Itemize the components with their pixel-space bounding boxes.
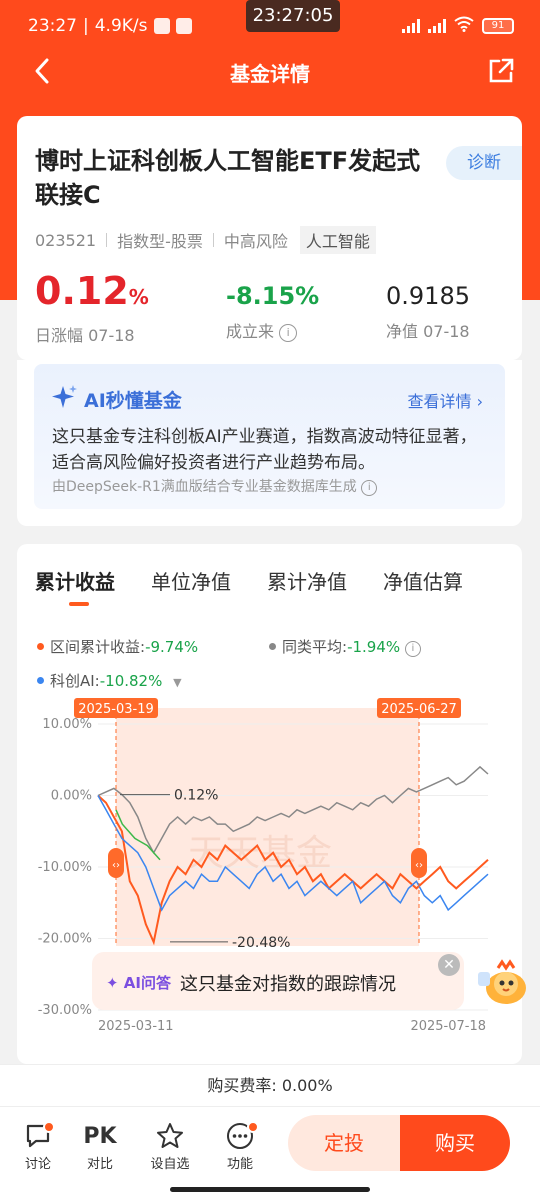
ai-footer: 由DeepSeek-R1满血版结合专业基金数据库生成 i xyxy=(52,476,378,496)
y-axis-labels: 10.00% 0.00% -10.00% -20.00% -30.00% xyxy=(38,717,92,1018)
y-tick-label: -20.00% xyxy=(38,932,92,947)
legend-kechuang-ai[interactable]: 科创AI:-10.82% ▼ xyxy=(37,670,182,691)
y-tick-label: -10.00% xyxy=(38,860,92,875)
tab-cumulative-nav[interactable]: 累计净值 xyxy=(267,566,347,595)
annotation-max: 0.12% xyxy=(174,788,218,804)
diagnose-button[interactable]: 诊断 xyxy=(446,146,522,180)
wifi-icon xyxy=(454,16,474,35)
info-icon[interactable]: i xyxy=(361,480,378,496)
close-icon[interactable]: ✕ xyxy=(438,954,460,976)
ai-more-link[interactable]: 查看详情 › xyxy=(407,388,483,412)
functions-button[interactable]: 功能 xyxy=(213,1119,267,1172)
sparkle-icon xyxy=(52,384,78,415)
daily-change-value: 0.12 xyxy=(35,269,129,313)
daily-change-stat: 0.12% 日涨幅 07-18 xyxy=(35,272,149,346)
status-right: 91 xyxy=(402,16,514,35)
daily-change-unit: % xyxy=(128,285,149,309)
nav-stat: 0.9185 净值 07-18 xyxy=(386,282,470,342)
discuss-button[interactable]: 讨论 xyxy=(11,1119,65,1172)
fund-risk: 中高风险 xyxy=(223,232,288,251)
purchase-fee: 购买费率: 0.00% xyxy=(0,1064,540,1106)
y-tick-label: 10.00% xyxy=(42,717,92,732)
fund-tags: 023521 指数型-股票 中高风险 人工智能 xyxy=(35,226,376,254)
tab-nav-estimate[interactable]: 净值估算 xyxy=(383,566,463,595)
home-indicator xyxy=(170,1187,370,1192)
drag-arrows-icon: ‹› xyxy=(112,860,120,871)
compare-button[interactable]: PK 对比 xyxy=(73,1119,127,1173)
since-inception-value: -8.15% xyxy=(226,282,320,310)
y-tick-label: 0.00% xyxy=(51,789,92,804)
annotation-min: -20.48% xyxy=(232,935,290,951)
bottom-action-bar: 讨论 PK 对比 设自选 功能 定投 购买 xyxy=(0,1106,540,1200)
notification-icon xyxy=(153,18,170,34)
more-icon xyxy=(213,1119,267,1153)
status-left: 23:27 | 4.9K/s xyxy=(28,16,192,36)
notification-badge xyxy=(43,1121,55,1133)
ai-ask-tag: ✦ AI问答 xyxy=(106,974,171,992)
x-end-label: 2025-07-18 xyxy=(410,1019,486,1034)
star-icon xyxy=(143,1119,197,1153)
notification-badge xyxy=(247,1121,259,1133)
range-date-label: 2025-03-19 xyxy=(78,702,154,717)
ai-ask-bubble[interactable]: ✦ AI问答 这只基金对指数的跟踪情况 ✕ xyxy=(92,952,464,1010)
fund-summary-card: 博时上证科创板人工智能ETF发起式联接C 诊断 023521 指数型-股票 中高… xyxy=(17,116,522,360)
clock-overlay: 23:27:05 xyxy=(246,0,340,32)
tab-indicator xyxy=(69,602,89,606)
pk-icon: PK xyxy=(83,1123,117,1149)
info-icon[interactable]: i xyxy=(279,324,298,342)
range-date-label: 2025-06-27 xyxy=(381,702,457,717)
ai-ask-text: 这只基金对指数的跟踪情况 xyxy=(180,974,396,995)
nav-bar: 基金详情 xyxy=(0,48,540,96)
nav-label: 净值 07-18 xyxy=(386,322,470,341)
chart-tabs: 累计收益 单位净值 累计净值 净值估算 xyxy=(35,566,463,595)
add-watchlist-button[interactable]: 设自选 xyxy=(143,1119,197,1172)
fund-theme-tag[interactable]: 人工智能 xyxy=(299,226,376,254)
legend-peer-average: 同类平均:-1.94% i xyxy=(269,636,421,657)
status-time: 23:27 xyxy=(28,16,77,36)
network-speed: 4.9K/s xyxy=(94,16,148,36)
chat-icon xyxy=(11,1119,65,1153)
signal-icon xyxy=(402,18,420,33)
share-icon[interactable] xyxy=(486,56,516,86)
fund-code: 023521 xyxy=(35,230,97,250)
ai-text: 这只基金专注科创板AI产业赛道，指数高波动特征显著，适合高风险偏好投资者进行产业… xyxy=(52,427,477,473)
info-icon[interactable]: i xyxy=(404,641,421,657)
app-icon xyxy=(175,18,192,34)
page-title: 基金详情 xyxy=(230,62,310,86)
status-bar: 23:27 | 4.9K/s 23:27:05 91 xyxy=(0,0,540,48)
since-inception-stat: -8.15% 成立来 i xyxy=(226,282,319,342)
auto-invest-button[interactable]: 定投 xyxy=(288,1115,400,1171)
fund-name: 博时上证科创板人工智能ETF发起式联接C xyxy=(35,147,421,209)
battery-icon: 91 xyxy=(482,17,514,34)
tab-cumulative-return[interactable]: 累计收益 xyxy=(35,566,115,595)
buy-button[interactable]: 购买 xyxy=(400,1115,510,1171)
signal-icon-2 xyxy=(428,18,446,33)
mascot-icon[interactable] xyxy=(476,958,532,1008)
nav-value: 0.9185 xyxy=(386,282,470,310)
y-tick-label: -30.00% xyxy=(38,1003,92,1018)
drag-arrows-icon: ‹› xyxy=(415,860,423,871)
tab-unit-nav[interactable]: 单位净值 xyxy=(151,566,231,595)
ai-card: AI秒懂基金 查看详情 › 这只基金专注科创板AI产业赛道，指数高波动特征显著，… xyxy=(17,360,522,526)
ai-title: AI秒懂基金 xyxy=(84,390,182,412)
legend-interval-return: 区间累计收益:-9.74% xyxy=(37,636,198,657)
x-start-label: 2025-03-11 xyxy=(98,1019,174,1034)
daily-change-label: 日涨幅 07-18 xyxy=(35,326,135,345)
chevron-right-icon: › xyxy=(476,392,483,411)
fund-type: 指数型-股票 xyxy=(117,232,203,251)
ai-summary[interactable]: AI秒懂基金 查看详情 › 这只基金专注科创板AI产业赛道，指数高波动特征显著，… xyxy=(34,364,505,509)
caret-down-icon[interactable]: ▼ xyxy=(173,676,181,689)
since-inception-label: 成立来 xyxy=(226,322,275,341)
